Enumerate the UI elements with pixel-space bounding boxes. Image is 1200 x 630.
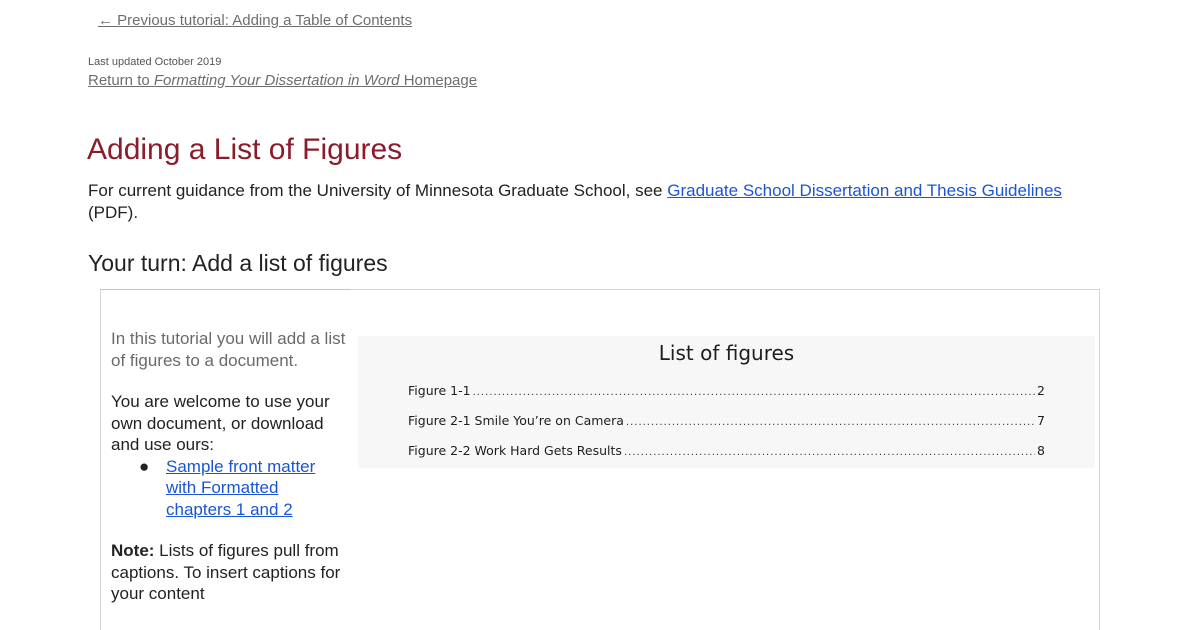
list-item: Figure 2-2 Work Hard Gets Results ......… — [408, 443, 1045, 461]
dot-leader: ........................................… — [625, 417, 1036, 428]
preview-title: List of figures — [658, 341, 795, 365]
list-item: ● Sample front matter with Formatted cha… — [111, 456, 346, 521]
return-suffix: Homepage — [399, 72, 478, 89]
tutorial-sidebar: In this tutorial you will add a list of … — [111, 328, 346, 625]
intro-paragraph: For current guidance from the University… — [88, 180, 1088, 224]
return-homepage-link[interactable]: Return to Formatting Your Dissertation i… — [88, 72, 477, 89]
sidebar-link-list: ● Sample front matter with Formatted cha… — [111, 456, 346, 521]
list-item: Figure 1-1 .............................… — [408, 383, 1045, 401]
return-prefix: Return to — [88, 72, 154, 89]
intro-suffix: (PDF). — [88, 203, 139, 222]
sidebar-intro-text: In this tutorial you will add a list of … — [111, 329, 346, 370]
sidebar-download-text: You are welcome to use your own document… — [111, 392, 330, 454]
figure-entry-page: 8 — [1037, 443, 1045, 458]
figure-entry-page: 7 — [1037, 413, 1045, 428]
figure-entry-label: Figure 2-2 Work Hard Gets Results — [408, 443, 622, 458]
page: ← Previous tutorial: Adding a Table of C… — [0, 0, 1200, 630]
figure-entry-page: 2 — [1037, 383, 1045, 398]
bullet-icon: ● — [139, 456, 150, 476]
section-subtitle: Your turn: Add a list of figures — [88, 250, 388, 276]
sidebar-download-block: You are welcome to use your own document… — [111, 391, 346, 520]
note-label: Note: — [111, 541, 155, 560]
list-item: Figure 2-1 Smile You’re on Camera ......… — [408, 413, 1045, 431]
page-title: Adding a List of Figures — [87, 133, 403, 166]
dot-leader: ........................................… — [623, 447, 1035, 458]
guidelines-link[interactable]: Graduate School Dissertation and Thesis … — [667, 181, 1062, 200]
embed-frame-divider — [100, 289, 350, 290]
return-emphasis: Formatting Your Dissertation in Word — [153, 72, 400, 89]
figure-entry-label: Figure 2-1 Smile You’re on Camera — [408, 413, 624, 428]
list-of-figures-preview: List of figures Figure 1-1 .............… — [358, 336, 1095, 468]
previous-tutorial-link[interactable]: ← Previous tutorial: Adding a Table of C… — [98, 12, 412, 29]
dot-leader: ........................................… — [472, 387, 1036, 398]
intro-text: For current guidance from the University… — [88, 181, 668, 200]
figure-entry-label: Figure 1-1 — [408, 383, 471, 398]
sidebar-note: Note: Lists of figures pull from caption… — [111, 540, 346, 605]
last-updated-text: Last updated October 2019 — [88, 56, 222, 68]
sample-document-link[interactable]: Sample front matter with Formatted chapt… — [166, 457, 315, 519]
